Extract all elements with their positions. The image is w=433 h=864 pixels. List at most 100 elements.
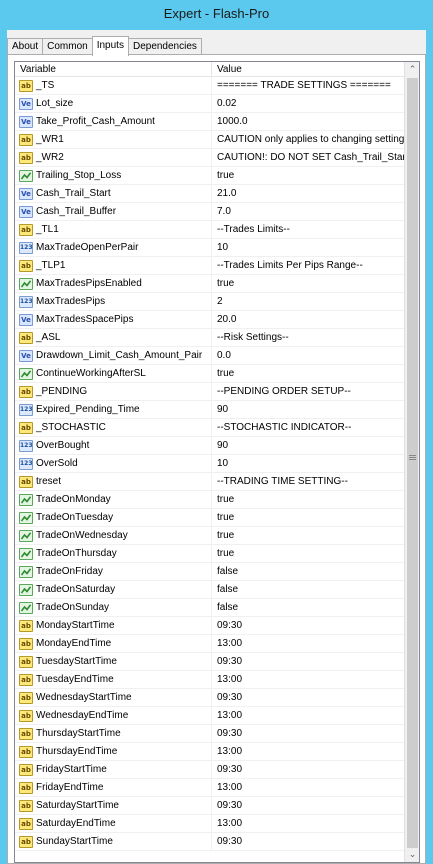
table-row[interactable]: ab SaturdayStartTime 09:30 bbox=[15, 797, 405, 815]
table-row[interactable]: ab WednesdayEndTime 13:00 bbox=[15, 707, 405, 725]
value-cell[interactable]: 09:30 bbox=[212, 761, 405, 779]
value-cell[interactable]: 90 bbox=[212, 437, 405, 455]
table-row[interactable]: ab TuesdayStartTime 09:30 bbox=[15, 653, 405, 671]
title-bar[interactable]: Expert - Flash-Pro bbox=[0, 0, 433, 30]
table-row[interactable]: MaxTradesPipsEnabled true bbox=[15, 275, 405, 293]
table-row[interactable]: ab FridayEndTime 13:00 bbox=[15, 779, 405, 797]
table-row[interactable]: ab _WR2 CAUTION!: DO NOT SET Cash_Trail_St… bbox=[15, 149, 405, 167]
value-cell[interactable]: CAUTION!: DO NOT SET Cash_Trail_Star... bbox=[212, 149, 405, 167]
table-row[interactable]: TradeOnSaturday false bbox=[15, 581, 405, 599]
value-cell[interactable]: 7.0 bbox=[212, 203, 405, 221]
scroll-down-arrow-icon[interactable]: ⌄ bbox=[405, 847, 419, 862]
value-cell[interactable]: 13:00 bbox=[212, 671, 405, 689]
column-header-variable[interactable]: Variable bbox=[15, 62, 212, 77]
table-row[interactable]: ab SaturdayEndTime 13:00 bbox=[15, 815, 405, 833]
value-cell[interactable]: 09:30 bbox=[212, 833, 405, 851]
table-row[interactable]: ab TuesdayEndTime 13:00 bbox=[15, 671, 405, 689]
value-cell[interactable]: 0.02 bbox=[212, 95, 405, 113]
value-cell[interactable]: true bbox=[212, 545, 405, 563]
table-row[interactable]: Ve Take_Profit_Cash_Amount 1000.0 bbox=[15, 113, 405, 131]
variable-name: ThursdayEndTime bbox=[36, 746, 118, 757]
value-cell[interactable]: false bbox=[212, 581, 405, 599]
value-cell[interactable]: --PENDING ORDER SETUP-- bbox=[212, 383, 405, 401]
table-row[interactable]: TradeOnWednesday true bbox=[15, 527, 405, 545]
value-cell[interactable]: 09:30 bbox=[212, 689, 405, 707]
value-cell[interactable]: true bbox=[212, 365, 405, 383]
table-row[interactable]: ab _TL1 --Trades Limits-- bbox=[15, 221, 405, 239]
value-cell[interactable]: 09:30 bbox=[212, 653, 405, 671]
table-row[interactable]: TradeOnFriday false bbox=[15, 563, 405, 581]
table-row[interactable]: Ve Lot_size 0.02 bbox=[15, 95, 405, 113]
value-cell[interactable]: 2 bbox=[212, 293, 405, 311]
table-row[interactable]: ab _TS ======= TRADE SETTINGS ======= bbox=[15, 77, 405, 95]
table-row[interactable]: ab _STOCHASTIC --STOCHASTIC INDICATOR-- bbox=[15, 419, 405, 437]
value-cell[interactable]: --TRADING TIME SETTING-- bbox=[212, 473, 405, 491]
table-row[interactable]: ab _TLP1 --Trades Limits Per Pips Range-- bbox=[15, 257, 405, 275]
column-header-value[interactable]: Value bbox=[212, 62, 405, 77]
table-row[interactable]: ab SundayStartTime 09:30 bbox=[15, 833, 405, 851]
value-cell[interactable]: 10 bbox=[212, 239, 405, 257]
table-row[interactable]: 123 Expired_Pending_Time 90 bbox=[15, 401, 405, 419]
value-cell[interactable]: 13:00 bbox=[212, 815, 405, 833]
value-cell[interactable]: true bbox=[212, 527, 405, 545]
table-row[interactable]: Trailing_Stop_Loss true bbox=[15, 167, 405, 185]
value-cell[interactable]: false bbox=[212, 563, 405, 581]
table-row[interactable]: ab _ASL --Risk Settings-- bbox=[15, 329, 405, 347]
value-cell[interactable]: --STOCHASTIC INDICATOR-- bbox=[212, 419, 405, 437]
value-cell[interactable]: 21.0 bbox=[212, 185, 405, 203]
scrollbar-thumb[interactable] bbox=[407, 78, 418, 848]
variable-cell: Ve MaxTradesSpacePips bbox=[15, 311, 212, 329]
table-row[interactable]: TradeOnMonday true bbox=[15, 491, 405, 509]
table-row[interactable]: 123 OverBought 90 bbox=[15, 437, 405, 455]
tab-inputs[interactable]: Inputs bbox=[91, 36, 129, 56]
value-cell[interactable]: true bbox=[212, 509, 405, 527]
table-row[interactable]: 123 MaxTradesPips 2 bbox=[15, 293, 405, 311]
table-row[interactable]: ab MondayStartTime 09:30 bbox=[15, 617, 405, 635]
value-cell[interactable]: true bbox=[212, 167, 405, 185]
value-cell[interactable]: 09:30 bbox=[212, 617, 405, 635]
value-cell[interactable]: 13:00 bbox=[212, 779, 405, 797]
table-row[interactable]: ab _PENDING --PENDING ORDER SETUP-- bbox=[15, 383, 405, 401]
table-row[interactable]: ab FridayStartTime 09:30 bbox=[15, 761, 405, 779]
tab-about[interactable]: About bbox=[7, 38, 44, 55]
value-cell[interactable]: true bbox=[212, 275, 405, 293]
value-cell[interactable]: 20.0 bbox=[212, 311, 405, 329]
table-row[interactable]: Ve Cash_Trail_Buffer 7.0 bbox=[15, 203, 405, 221]
table-row[interactable]: ab ThursdayEndTime 13:00 bbox=[15, 743, 405, 761]
table-row[interactable]: ab ThursdayStartTime 09:30 bbox=[15, 725, 405, 743]
value-cell[interactable]: --Trades Limits-- bbox=[212, 221, 405, 239]
table-row[interactable]: Ve MaxTradesSpacePips 20.0 bbox=[15, 311, 405, 329]
value-cell[interactable]: 0.0 bbox=[212, 347, 405, 365]
table-row[interactable]: ab treset --TRADING TIME SETTING-- bbox=[15, 473, 405, 491]
value-cell[interactable]: 10 bbox=[212, 455, 405, 473]
value-cell[interactable]: CAUTION only applies to changing setting… bbox=[212, 131, 405, 149]
table-row[interactable]: TradeOnTuesday true bbox=[15, 509, 405, 527]
bool-type-icon bbox=[19, 602, 33, 614]
table-row[interactable]: Ve Drawdown_Limit_Cash_Amount_Pair 0.0 bbox=[15, 347, 405, 365]
value-cell[interactable]: 13:00 bbox=[212, 743, 405, 761]
value-cell[interactable]: 1000.0 bbox=[212, 113, 405, 131]
table-row[interactable]: TradeOnSunday false bbox=[15, 599, 405, 617]
value-cell[interactable]: ======= TRADE SETTINGS ======= bbox=[212, 77, 405, 95]
value-cell[interactable]: 09:30 bbox=[212, 725, 405, 743]
table-row[interactable]: Ve Cash_Trail_Start 21.0 bbox=[15, 185, 405, 203]
value-cell[interactable]: 13:00 bbox=[212, 635, 405, 653]
value-cell[interactable]: 90 bbox=[212, 401, 405, 419]
table-row[interactable]: TradeOnThursday true bbox=[15, 545, 405, 563]
value-cell[interactable]: --Risk Settings-- bbox=[212, 329, 405, 347]
table-row[interactable]: 123 OverSold 10 bbox=[15, 455, 405, 473]
table-row[interactable]: ab WednesdayStartTime 09:30 bbox=[15, 689, 405, 707]
table-row[interactable]: 123 MaxTradeOpenPerPair 10 bbox=[15, 239, 405, 257]
table-row[interactable]: ContinueWorkingAfterSL true bbox=[15, 365, 405, 383]
value-cell[interactable]: 09:30 bbox=[212, 797, 405, 815]
value-cell[interactable]: true bbox=[212, 491, 405, 509]
value-cell[interactable]: false bbox=[212, 599, 405, 617]
tab-dependencies[interactable]: Dependencies bbox=[127, 38, 202, 55]
table-row[interactable]: ab MondayEndTime 13:00 bbox=[15, 635, 405, 653]
vertical-scrollbar[interactable]: ⌃ ⌄ bbox=[404, 62, 419, 862]
scroll-up-arrow-icon[interactable]: ⌃ bbox=[405, 62, 419, 77]
value-cell[interactable]: 13:00 bbox=[212, 707, 405, 725]
tab-common[interactable]: Common bbox=[42, 38, 93, 55]
value-cell[interactable]: --Trades Limits Per Pips Range-- bbox=[212, 257, 405, 275]
table-row[interactable]: ab _WR1 CAUTION only applies to changing s… bbox=[15, 131, 405, 149]
